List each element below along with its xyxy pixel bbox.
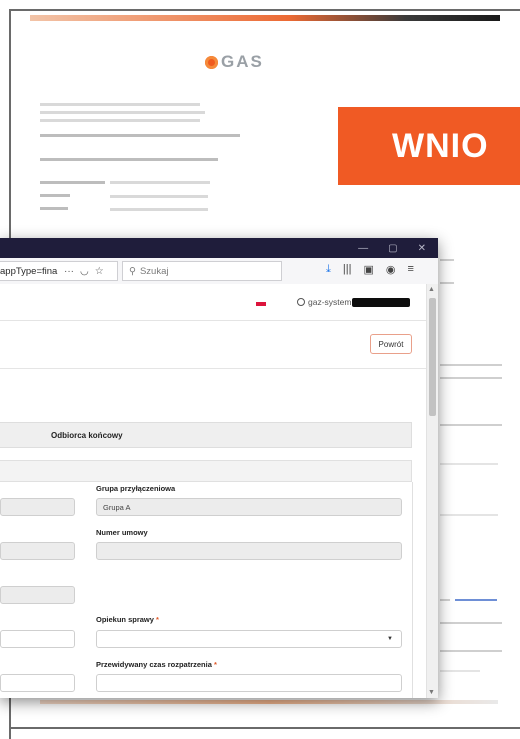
redacted-text (352, 297, 411, 307)
menu-icon[interactable]: ≡ (407, 263, 413, 276)
address-bar[interactable]: appType=fina ··· ◡ ☆ (0, 261, 118, 281)
browser-toolbar: appType=fina ··· ◡ ☆ ⚲ Szukaj ⤓ ||| ▣ ◉ … (0, 258, 438, 285)
doc-text-line (40, 181, 105, 184)
left-field-1 (0, 498, 75, 516)
browser-titlebar: — ▢ ✕ (0, 238, 438, 258)
doc-text-line (440, 282, 454, 284)
document-top-bar (30, 15, 500, 21)
doc-link-line (455, 599, 497, 601)
app-header: gaz-system (0, 284, 427, 321)
doc-text-line (440, 377, 502, 379)
group-field: Grupa A (96, 498, 402, 516)
bookmark-star-icon[interactable]: ☆ (95, 266, 104, 277)
url-text[interactable]: appType=fina (0, 266, 60, 277)
contract-field (96, 542, 402, 560)
logo-mark-icon (205, 55, 218, 69)
search-input[interactable]: ⚲ Szukaj (122, 261, 282, 281)
search-placeholder: Szukaj (139, 265, 169, 277)
page-content: gaz-system Powrót Odbiorca końcowy Grupa… (0, 284, 427, 698)
section-body: Grupa przyłączeniowa Grupa A Numer umowy… (0, 482, 413, 698)
page-actions-icon[interactable]: ··· (64, 266, 74, 277)
left-field-3 (0, 586, 75, 604)
doc-text-line (440, 670, 480, 672)
minimize-icon[interactable]: — (358, 243, 368, 254)
left-edit-field-2[interactable] (0, 674, 75, 692)
scroll-down-icon[interactable]: ▼ (428, 689, 435, 696)
gaz-system-logo: GAS (205, 52, 264, 72)
tab-odbiorca[interactable]: Odbiorca końcowy (0, 422, 412, 448)
language-flag-icon[interactable] (256, 302, 266, 306)
doc-text-line (440, 259, 454, 261)
divider (0, 368, 427, 369)
account-icon[interactable]: ◉ (386, 263, 396, 276)
left-edit-field[interactable] (0, 630, 75, 648)
doc-text-line (110, 195, 208, 198)
doc-text-line (440, 463, 498, 465)
sidebar-icon[interactable]: ▣ (363, 263, 373, 276)
doc-text-line (440, 514, 498, 516)
scroll-thumb[interactable] (429, 298, 436, 416)
doc-text-line (40, 207, 68, 210)
document-bottom-bar (40, 700, 498, 704)
user-menu[interactable]: gaz-system (297, 297, 411, 307)
document-banner: WNIO (338, 107, 520, 185)
doc-text-line (440, 424, 502, 426)
chevron-down-icon: ▼ (387, 636, 393, 642)
close-icon[interactable]: ✕ (418, 243, 426, 254)
caretaker-select[interactable]: ▼ (96, 630, 402, 648)
maximize-icon[interactable]: ▢ (388, 243, 397, 254)
back-button[interactable]: Powrót (370, 334, 412, 354)
left-field-2 (0, 542, 75, 560)
tab-label: Odbiorca końcowy (51, 431, 123, 440)
time-label-text: Przewidywany czas rozpatrzenia (96, 660, 212, 669)
user-icon (297, 298, 305, 306)
doc-text-line (440, 622, 502, 624)
group-label: Grupa przyłączeniowa (96, 484, 176, 493)
user-label: gaz-system (308, 297, 352, 307)
doc-text-line (440, 650, 502, 652)
doc-text-line (40, 194, 70, 197)
scroll-up-icon[interactable]: ▲ (428, 286, 435, 293)
doc-text-line (110, 181, 210, 184)
pocket-icon[interactable]: ◡ (80, 266, 89, 277)
caretaker-label-text: Opiekun sprawy (96, 615, 154, 624)
doc-text-line (40, 134, 240, 137)
search-icon: ⚲ (129, 265, 136, 277)
caretaker-label: Opiekun sprawy * (96, 615, 159, 624)
time-label: Przewidywany czas rozpatrzenia * (96, 660, 217, 669)
contract-label: Numer umowy (96, 528, 148, 537)
doc-text-line (110, 208, 208, 211)
doc-text-line (40, 103, 200, 106)
doc-text-line (440, 599, 450, 601)
required-mark: * (156, 615, 159, 624)
time-field[interactable] (96, 674, 402, 692)
browser-window: — ▢ ✕ appType=fina ··· ◡ ☆ ⚲ Szukaj ⤓ ||… (0, 238, 438, 698)
library-icon[interactable]: ||| (343, 263, 352, 276)
logo-wordmark: GAS (221, 52, 264, 71)
download-icon[interactable]: ⤓ (326, 263, 331, 276)
section-header (0, 460, 412, 482)
doc-text-line (440, 364, 502, 366)
doc-text-line (40, 111, 205, 114)
doc-text-line (40, 119, 200, 122)
group-value: Grupa A (103, 502, 131, 512)
required-mark: * (213, 660, 217, 669)
scrollbar[interactable]: ▲ ▼ (426, 284, 438, 698)
doc-text-line (40, 158, 218, 161)
